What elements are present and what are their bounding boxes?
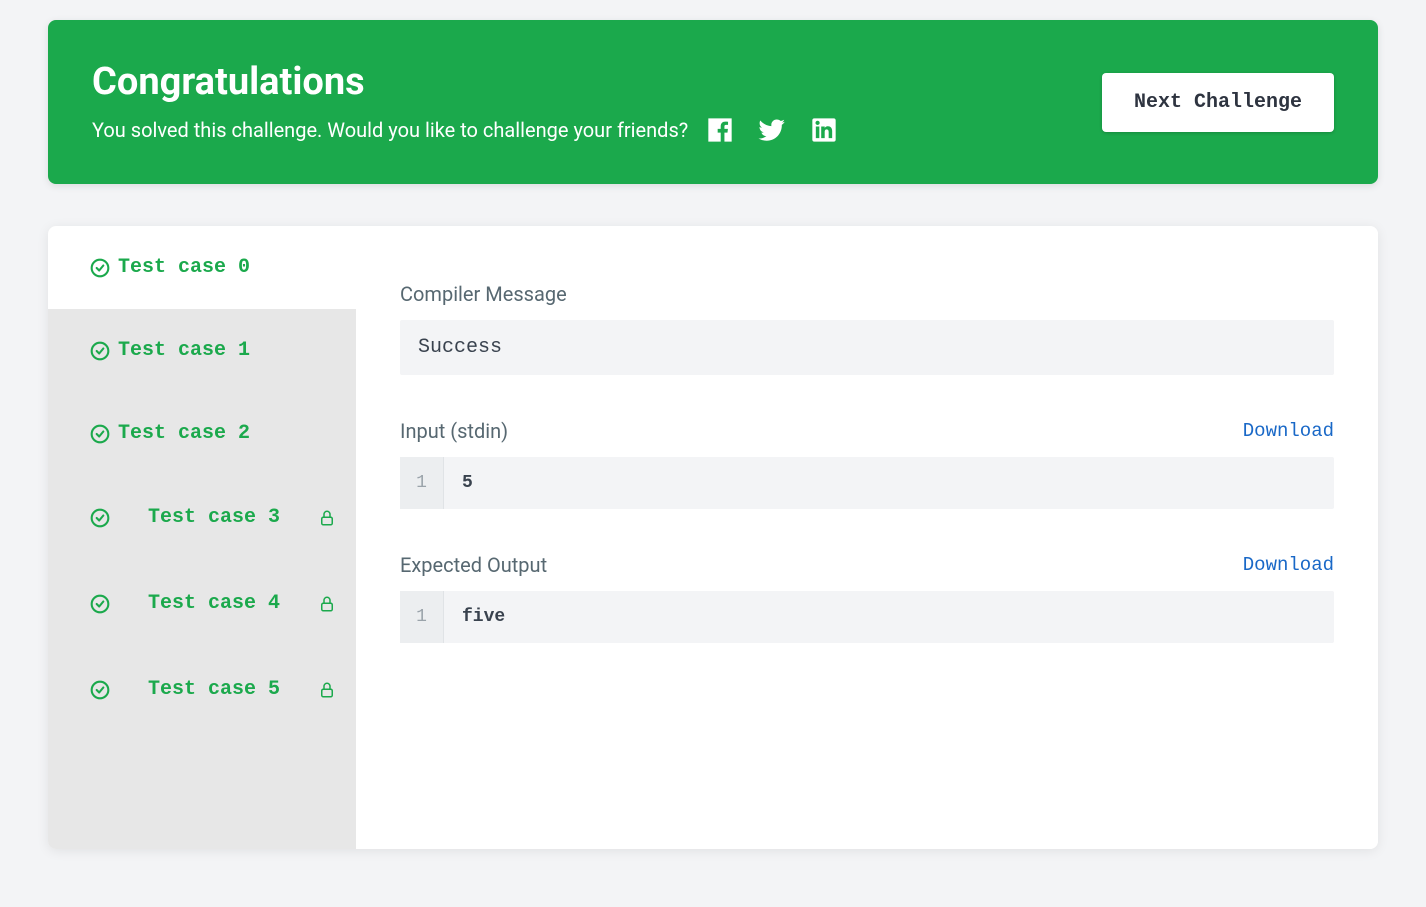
banner-content: Congratulations You solved this challeng… — [92, 60, 1102, 144]
check-icon — [90, 258, 110, 278]
testcase-label: Test case 4 — [118, 591, 310, 617]
facebook-icon[interactable] — [706, 116, 734, 144]
banner-subtitle: You solved this challenge. Would you lik… — [92, 118, 688, 142]
compiler-message-value: Success — [400, 320, 1334, 375]
testcase-sidebar[interactable]: Test case 0 Test case 1 Test case 2 Test… — [48, 226, 356, 849]
congratulations-banner: Congratulations You solved this challeng… — [48, 20, 1378, 184]
check-icon — [90, 424, 110, 444]
banner-title: Congratulations — [92, 60, 1102, 104]
testcase-5[interactable]: Test case 5 — [48, 647, 356, 733]
output-download-link[interactable]: Download — [1243, 554, 1334, 576]
testcase-1[interactable]: Test case 1 — [48, 309, 356, 392]
input-block: 1 5 — [400, 457, 1334, 509]
testcase-label: Test case 3 — [118, 505, 310, 531]
check-icon — [90, 594, 110, 614]
testcase-label: Test case 2 — [118, 422, 336, 445]
input-content: 5 — [444, 457, 491, 509]
testcase-0[interactable]: Test case 0 — [48, 226, 356, 309]
output-header: Expected Output Download — [400, 553, 1334, 577]
testcase-4[interactable]: Test case 4 — [48, 561, 356, 647]
output-label: Expected Output — [400, 553, 547, 577]
check-icon — [90, 341, 110, 361]
check-icon — [90, 508, 110, 528]
testcase-label: Test case 0 — [118, 256, 336, 279]
social-icons — [706, 116, 838, 144]
lock-icon — [318, 509, 336, 527]
lock-icon — [318, 595, 336, 613]
linkedin-icon[interactable] — [810, 116, 838, 144]
results-container: Test case 0 Test case 1 Test case 2 Test… — [48, 226, 1378, 849]
banner-sub-row: You solved this challenge. Would you lik… — [92, 116, 1102, 144]
twitter-icon[interactable] — [758, 116, 786, 144]
output-block: 1 five — [400, 591, 1334, 643]
lock-icon — [318, 681, 336, 699]
input-download-link[interactable]: Download — [1243, 420, 1334, 442]
output-content: five — [444, 591, 523, 643]
compiler-message-label: Compiler Message — [400, 282, 1334, 306]
line-number: 1 — [400, 457, 444, 509]
testcase-2[interactable]: Test case 2 — [48, 392, 356, 475]
result-detail: Compiler Message Success Input (stdin) D… — [356, 226, 1378, 849]
check-icon — [90, 680, 110, 700]
testcase-label: Test case 1 — [118, 339, 336, 362]
line-number: 1 — [400, 591, 444, 643]
input-header: Input (stdin) Download — [400, 419, 1334, 443]
testcase-3[interactable]: Test case 3 — [48, 475, 356, 561]
next-challenge-button[interactable]: Next Challenge — [1102, 73, 1334, 132]
testcase-label: Test case 5 — [118, 677, 310, 703]
input-label: Input (stdin) — [400, 419, 508, 443]
